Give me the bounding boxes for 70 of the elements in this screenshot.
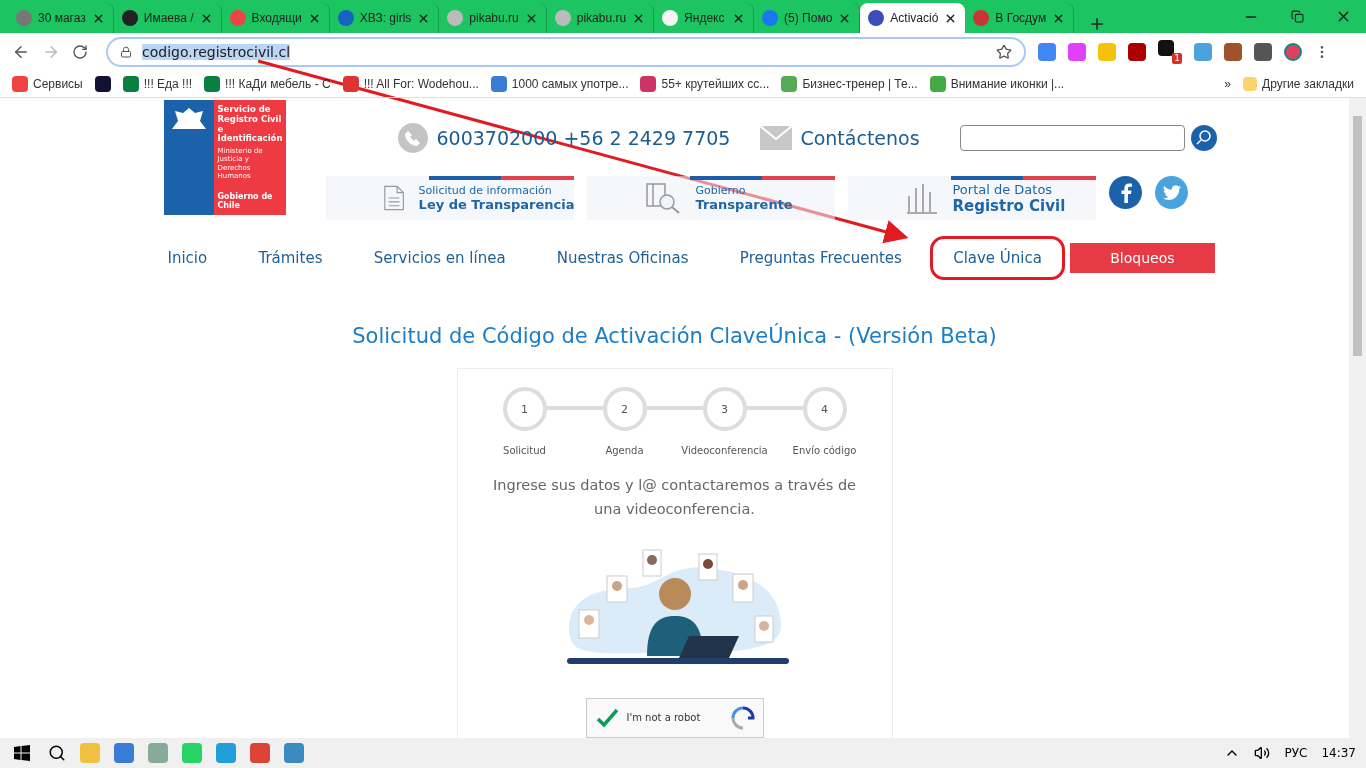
profile-avatar[interactable]	[1284, 42, 1302, 61]
browser-tab[interactable]: Входящи	[221, 3, 330, 33]
nav-link[interactable]: Inicio	[144, 236, 231, 280]
language-indicator[interactable]: РУС	[1284, 746, 1308, 760]
captcha-label: I'm not a robot	[626, 712, 701, 724]
nav-link[interactable]: Servicios en línea	[350, 236, 529, 280]
step-label: Envío código	[792, 445, 857, 456]
bookmark-folder[interactable]: Другие закладки	[1243, 76, 1354, 91]
scrollbar[interactable]	[1349, 98, 1366, 738]
browser-tab[interactable]: pikabu.ru	[546, 3, 655, 33]
nav-link[interactable]: Trámites	[235, 236, 346, 280]
taskbar-app-icon[interactable]	[250, 743, 270, 763]
restore-icon[interactable]	[1290, 10, 1304, 23]
address-bar[interactable]: codigo.registrocivil.cl	[106, 36, 1026, 67]
taskbar-app-icon[interactable]	[114, 743, 134, 763]
link-banner[interactable]: Solicitud de información Ley de Transparencia	[326, 176, 575, 220]
nav-link[interactable]: Preguntas Frecuentes	[716, 236, 925, 280]
magnifier-icon	[645, 182, 682, 214]
nav-link[interactable]: Clave Única	[930, 236, 1065, 280]
lock-icon	[120, 45, 132, 58]
browser-tab[interactable]: Activació	[860, 3, 966, 33]
extension-icon[interactable]	[1068, 42, 1086, 61]
browser-tab[interactable]: ХВЗ: girls	[329, 3, 440, 33]
facebook-icon[interactable]	[1109, 176, 1143, 209]
nav-link[interactable]: Nuestras Oficinas	[533, 236, 712, 280]
browser-tab[interactable]: (5) Помо	[754, 3, 861, 33]
step-number: 1	[502, 387, 547, 431]
star-icon[interactable]	[996, 43, 1012, 60]
recaptcha-logo-icon	[730, 705, 755, 730]
browser-tab[interactable]: В Госдум	[965, 3, 1075, 33]
extension-icon[interactable]	[1128, 42, 1146, 61]
bar-chart-icon	[906, 182, 939, 214]
step-number: 3	[702, 387, 747, 431]
bookmark-icon[interactable]	[94, 75, 111, 92]
link-banner[interactable]: Gobierno Transparente	[587, 176, 836, 220]
step-number: 2	[602, 387, 647, 431]
instructions-text: Ingrese sus datos y l@ contactaremos a través de una videoconferencia.	[491, 476, 858, 519]
step-label: Agenda	[605, 445, 644, 456]
extension-icon[interactable]	[1038, 42, 1056, 61]
browser-tab[interactable]: pikabu.ru	[439, 3, 547, 33]
step-number: 4	[802, 387, 847, 431]
bookmark[interactable]: !!! КаДи мебель - С	[204, 75, 331, 92]
browser-tab[interactable]: 30 магаз	[8, 3, 114, 33]
bookmark[interactable]: 55+ крутейших сс...	[640, 75, 770, 92]
more-bookmarks[interactable]: »	[1224, 76, 1232, 91]
speaker-icon[interactable]	[1254, 745, 1271, 761]
contact-link[interactable]: Contáctenos	[760, 126, 920, 150]
bookmark[interactable]: !!! All For: Wodehou...	[342, 75, 479, 92]
search-field[interactable]	[959, 125, 1185, 151]
block-button[interactable]: Bloqueos	[1070, 243, 1215, 273]
extension-icon[interactable]	[1254, 42, 1272, 61]
clock[interactable]: 14:37	[1321, 746, 1356, 760]
step-label: Videoconferencia	[681, 445, 768, 456]
search-icon[interactable]	[48, 744, 66, 762]
link-banner[interactable]: Portal de Datos Registro Civil	[848, 176, 1097, 220]
reload-icon[interactable]	[72, 43, 88, 60]
extension-icon[interactable]	[1224, 42, 1242, 61]
envelope-icon	[760, 126, 793, 150]
bookmark[interactable]: Внимание иконки |...	[929, 75, 1065, 92]
twitter-icon[interactable]	[1155, 176, 1189, 209]
search-icon[interactable]	[1190, 125, 1217, 151]
browser-tab[interactable]: Имаева /	[113, 3, 222, 33]
bookmark[interactable]: !!! Еда !!!	[122, 75, 193, 92]
phone-icon	[398, 123, 429, 153]
bookmark[interactable]: 1000 самых употре...	[490, 75, 629, 92]
bookmark[interactable]: Бизнес-тренер | Те...	[781, 75, 918, 92]
step-label: Solicitud	[503, 445, 546, 456]
browser-tab[interactable]: Яндекс	[654, 3, 755, 33]
page-title: Solicitud de Código de Activación ClaveÚnica - (Versión Beta)	[352, 324, 997, 348]
bookmark[interactable]: Сервисы	[12, 75, 83, 92]
